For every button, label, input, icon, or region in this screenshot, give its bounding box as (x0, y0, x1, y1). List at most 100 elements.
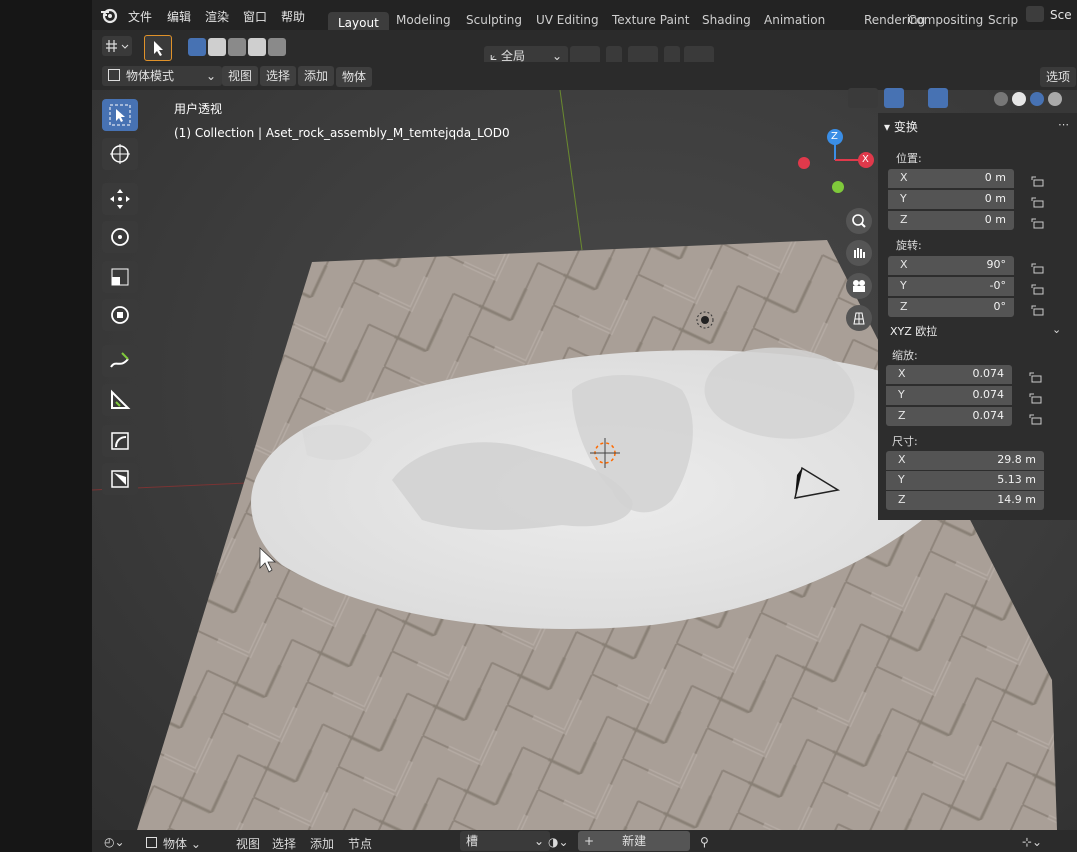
editor-type-icon[interactable]: ◴⌄ (104, 835, 125, 849)
tab-texture-paint[interactable]: Texture Paint (602, 9, 699, 31)
select-mode-extend-icon[interactable] (208, 38, 226, 56)
select-tool-icon[interactable] (102, 99, 138, 131)
pin-icon[interactable]: ⚲ (700, 835, 709, 849)
bottom-menu-add[interactable]: 添加 (310, 835, 334, 852)
scale-z-field[interactable]: Z 0.074 (886, 407, 1012, 426)
lock-rotation-x-icon[interactable] (1030, 262, 1044, 274)
blender-logo-icon[interactable] (100, 6, 118, 24)
perspective-toggle-icon[interactable] (846, 305, 872, 331)
tab-scripting[interactable]: Scrip (978, 9, 1028, 31)
gizmo-x-label: X (862, 154, 869, 165)
select-mode-invert-icon[interactable] (248, 38, 266, 56)
lock-scale-x-icon[interactable] (1028, 371, 1042, 383)
transform-panel-title[interactable]: ▾ 变换 (884, 118, 918, 135)
scale-x-field[interactable]: X 0.074 (886, 365, 1012, 384)
scale-y-field[interactable]: Y 0.074 (886, 386, 1012, 405)
scale-label: 缩放: (892, 349, 918, 362)
add-plane-tool-icon[interactable] (102, 463, 138, 495)
axis-label: X (900, 171, 908, 184)
lock-location-z-icon[interactable] (1030, 217, 1044, 229)
lock-rotation-z-icon[interactable] (1030, 304, 1044, 316)
scene-selector-icon[interactable] (1026, 6, 1044, 22)
tab-uv-editing[interactable]: UV Editing (526, 9, 609, 31)
location-z-field[interactable]: Z 0 m (888, 211, 1014, 230)
menu-help[interactable]: 帮助 (281, 8, 305, 25)
move-tool-icon[interactable] (102, 183, 138, 215)
rotation-mode-dropdown[interactable]: XYZ 欧拉 ⌄ (882, 320, 1066, 340)
select-mode-intersect-icon[interactable] (268, 38, 286, 56)
overlay-toggle-icon[interactable] (928, 88, 948, 108)
axis-label: Z (898, 493, 906, 506)
menu-render[interactable]: 渲染 (205, 8, 229, 25)
lock-location-x-icon[interactable] (1030, 175, 1044, 187)
shading-rendered-icon[interactable] (1048, 92, 1062, 106)
menu-add[interactable]: 添加 (298, 66, 335, 86)
scale-tool-icon[interactable] (102, 261, 138, 293)
select-box-tool-icon[interactable] (144, 35, 172, 61)
bottom-menu-view[interactable]: 视图 (236, 835, 260, 852)
dimension-x-field[interactable]: X 29.8 m (886, 451, 1044, 470)
material-preview-icon[interactable]: ◑⌄ (548, 835, 569, 849)
lock-rotation-y-icon[interactable] (1030, 283, 1044, 295)
annotate-tool-icon[interactable] (102, 345, 138, 377)
new-material-button[interactable]: + 新建 (578, 831, 690, 851)
visibility-eye-icon[interactable] (848, 88, 878, 108)
panel-drag-handle-icon[interactable]: ⋯ (1058, 118, 1069, 131)
tab-animation[interactable]: Animation (754, 9, 835, 31)
gizmo-toggle-icon[interactable] (884, 88, 904, 108)
transform-title-text: 变换 (893, 120, 918, 134)
dimension-z-field[interactable]: Z 14.9 m (886, 491, 1044, 510)
transform-tool-icon[interactable] (102, 299, 138, 331)
menu-window[interactable]: 窗口 (243, 8, 267, 25)
field-value: 0 m (984, 213, 1006, 226)
shading-material-icon[interactable] (1030, 92, 1044, 106)
lock-scale-y-icon[interactable] (1028, 392, 1042, 404)
lock-location-y-icon[interactable] (1030, 196, 1044, 208)
tab-sculpting[interactable]: Sculpting (456, 9, 532, 31)
menu-edit[interactable]: 编辑 (167, 8, 191, 25)
object-mode-dropdown[interactable]: 物体模式 ⌄ (102, 66, 222, 86)
field-value: 90° (986, 258, 1007, 271)
cursor-tool-icon[interactable] (102, 138, 138, 170)
bottom-menu-select[interactable]: 选择 (272, 835, 296, 852)
bottom-menu-node[interactable]: 节点 (348, 835, 372, 852)
location-x-field[interactable]: X 0 m (888, 169, 1014, 188)
tab-shading[interactable]: Shading (692, 9, 761, 31)
scene-label[interactable]: Sce (1050, 8, 1072, 22)
lock-scale-z-icon[interactable] (1028, 413, 1042, 425)
xray-toggle-icon[interactable] (972, 90, 988, 106)
chevron-down-icon: ⌄ (1052, 323, 1062, 336)
location-y-field[interactable]: Y 0 m (888, 190, 1014, 209)
rotation-y-field[interactable]: Y -0° (888, 277, 1014, 296)
options-button[interactable]: 选项 (1040, 67, 1077, 87)
snap-bottom-icon[interactable]: ⊹⌄ (1022, 835, 1042, 849)
transform-pivot-icon[interactable] (102, 36, 132, 56)
axis-label: X (898, 453, 906, 466)
rotation-x-field[interactable]: X 90° (888, 256, 1014, 275)
axis-label: X (898, 367, 906, 380)
field-value: 0 m (984, 171, 1006, 184)
bottom-mode-dropdown[interactable]: 物体 ⌄ (146, 835, 201, 852)
tab-modeling[interactable]: Modeling (386, 9, 461, 31)
dimension-y-field[interactable]: Y 5.13 m (886, 471, 1044, 490)
axis-label: Z (900, 300, 908, 313)
pan-hand-icon[interactable] (846, 240, 872, 266)
menu-object[interactable]: 物体 (336, 67, 373, 87)
measure-tool-icon[interactable] (102, 384, 138, 416)
field-value: 0° (993, 300, 1007, 313)
zoom-icon[interactable] (846, 208, 872, 234)
slot-dropdown[interactable]: 槽 ⌄ (460, 831, 550, 851)
menu-select[interactable]: 选择 (260, 66, 297, 86)
menu-view[interactable]: 视图 (222, 66, 259, 86)
shading-wireframe-icon[interactable] (994, 92, 1008, 106)
field-value: 29.8 m (997, 453, 1036, 466)
select-mode-subtract-icon[interactable] (228, 38, 246, 56)
camera-view-icon[interactable] (846, 273, 872, 299)
menu-file[interactable]: 文件 (128, 8, 152, 25)
shading-solid-icon[interactable] (1012, 92, 1026, 106)
rotate-tool-icon[interactable] (102, 221, 138, 253)
add-cube-tool-icon[interactable] (102, 425, 138, 457)
axis-label: Z (898, 409, 906, 422)
rotation-z-field[interactable]: Z 0° (888, 298, 1014, 317)
select-mode-new-icon[interactable] (188, 38, 206, 56)
